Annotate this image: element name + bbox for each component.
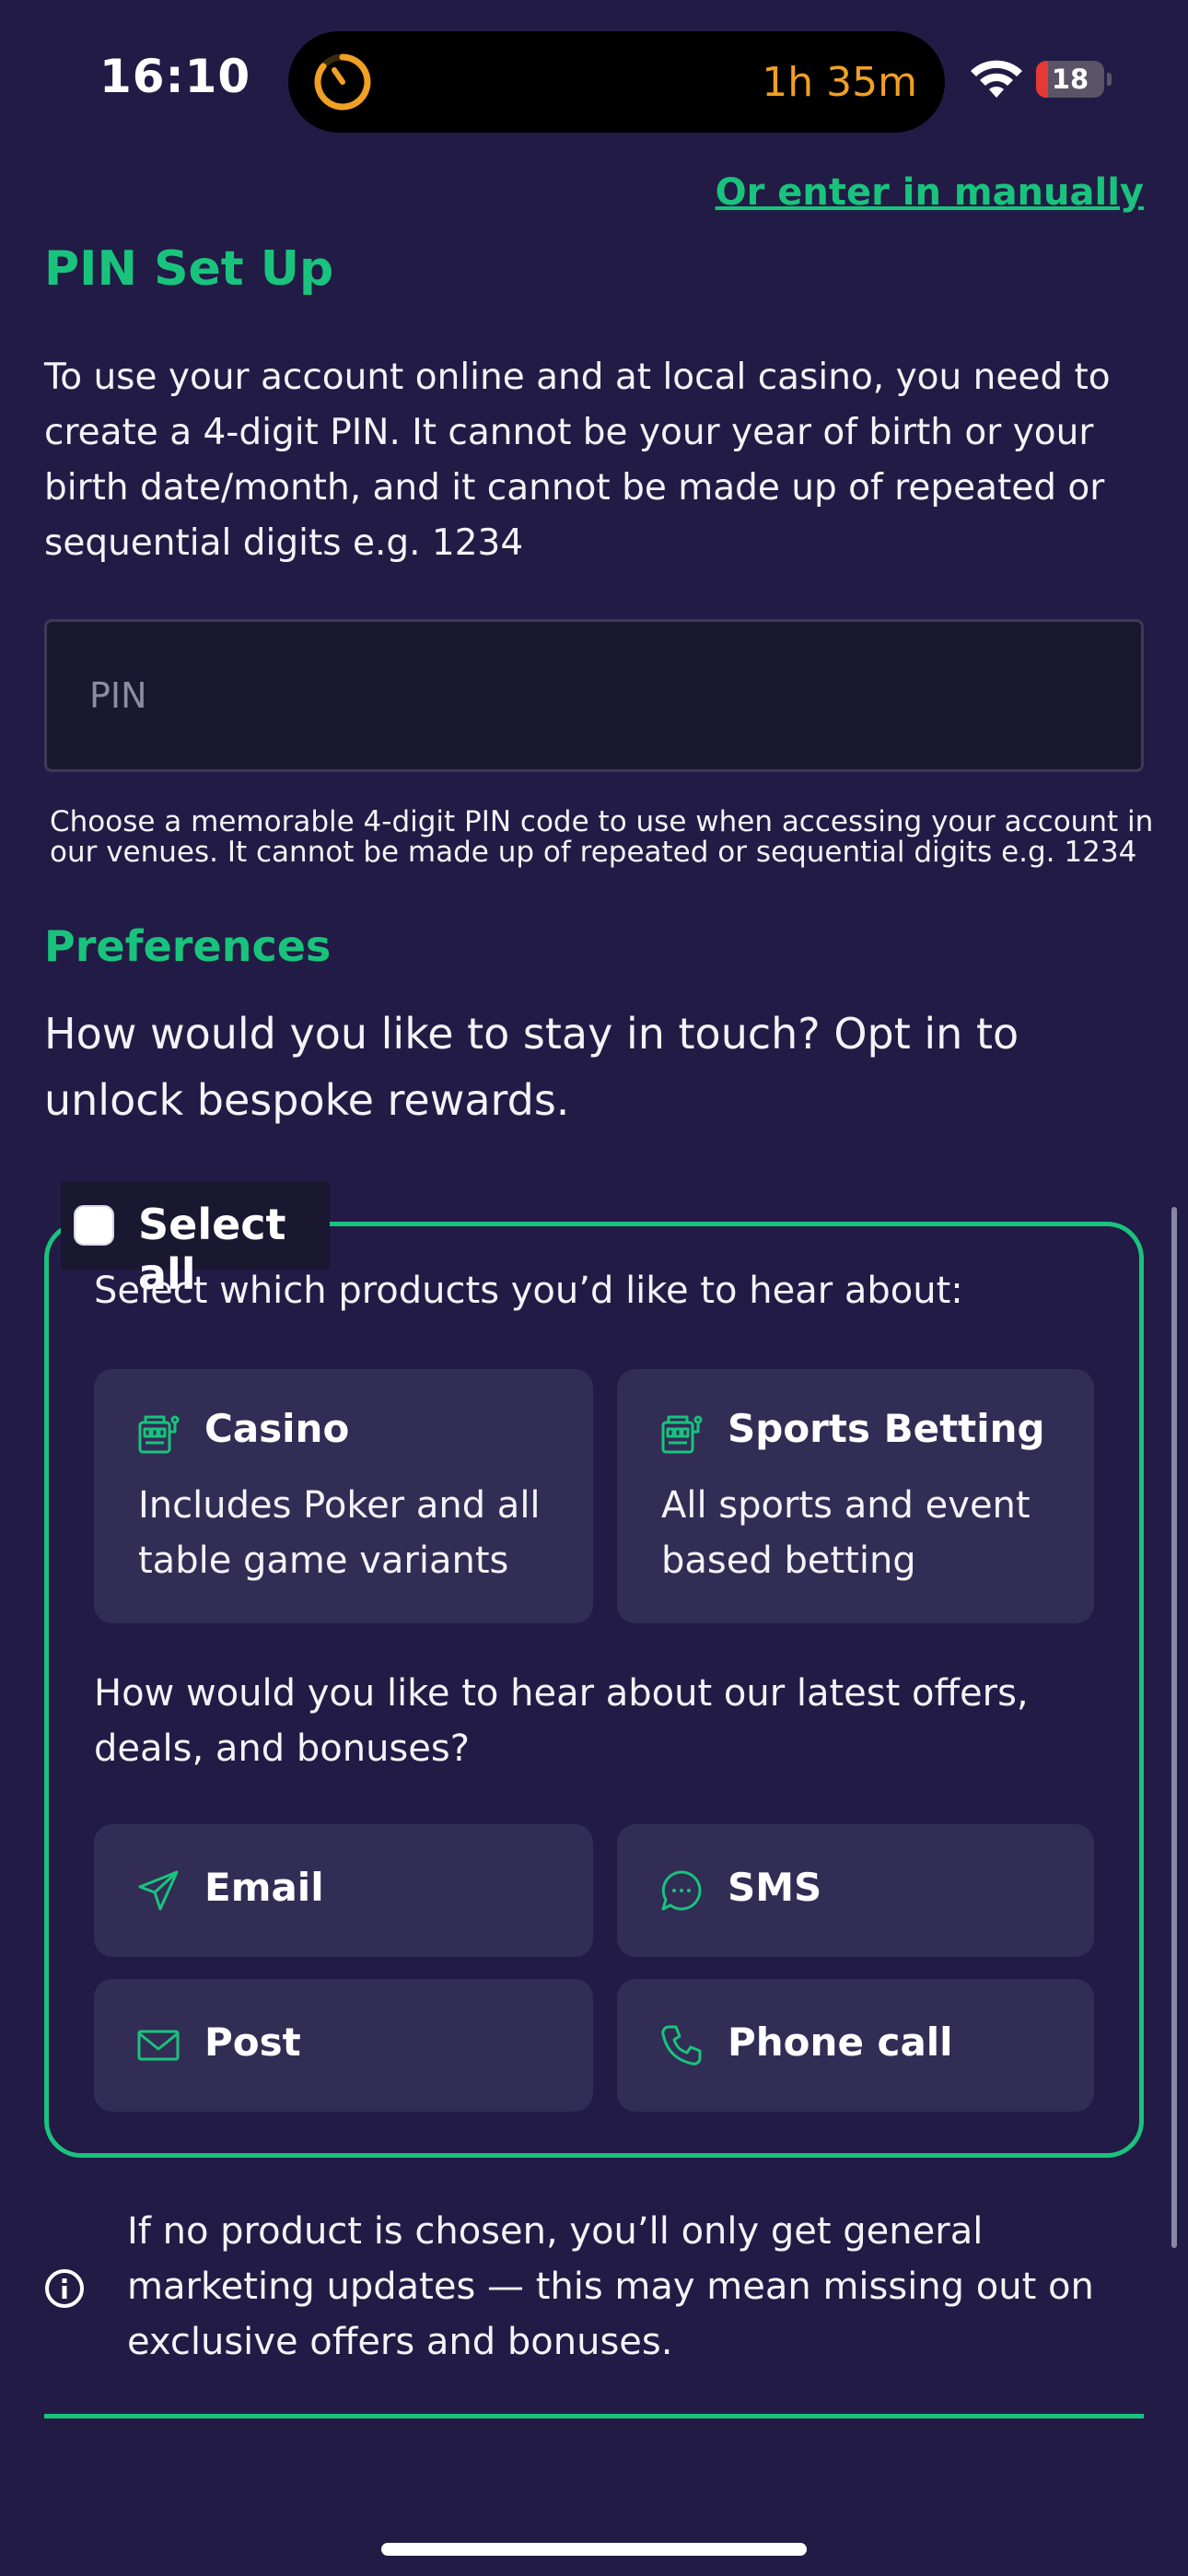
product-title: Sports Betting — [728, 1406, 1045, 1451]
pin-hint: Choose a memorable 4-digit PIN code to u… — [50, 805, 1154, 869]
channel-label: Email — [204, 1865, 324, 1910]
channel-label: SMS — [728, 1865, 822, 1910]
scrollbar[interactable] — [1171, 1207, 1177, 2248]
pin-setup-heading: PIN Set Up — [44, 241, 334, 297]
preferences-description: How would you like to stay in touch? Opt… — [44, 1009, 1019, 1125]
channel-sms[interactable]: SMS — [617, 1824, 1094, 1957]
products-question: Select which products you’d like to hear… — [94, 1270, 963, 1312]
send-icon — [138, 1870, 179, 1911]
channel-phone-call[interactable]: Phone call — [617, 1979, 1094, 2112]
pin-description: To use your account online and at local … — [44, 357, 1111, 564]
channel-label: Phone call — [728, 2020, 953, 2065]
pin-input[interactable] — [44, 619, 1144, 772]
preferences-heading: Preferences — [44, 921, 332, 971]
envelope-icon — [137, 2030, 180, 2061]
product-description: All sports and event based betting — [661, 1484, 1031, 1582]
offers-question: How would you like to hear about our lat… — [94, 1672, 1029, 1770]
dynamic-island[interactable]: 1h 35m — [288, 31, 945, 133]
select-all-toggle[interactable]: Select all — [61, 1181, 330, 1299]
home-indicator[interactable] — [381, 2543, 807, 2556]
timer-ring-icon — [314, 53, 371, 111]
phone-icon — [661, 2025, 702, 2066]
status-bar: 16:10 1h 35m 18 — [0, 0, 1188, 147]
product-card-casino[interactable]: Casino Includes Poker and all table game… — [94, 1369, 593, 1623]
channel-email[interactable]: Email — [94, 1824, 593, 1957]
slot-machine-icon — [661, 1415, 703, 1454]
enter-manually-link[interactable]: Or enter in manually — [716, 171, 1144, 214]
battery-level: 18 — [1051, 64, 1089, 95]
select-all-checkbox[interactable] — [74, 1205, 114, 1246]
info-icon — [45, 2269, 84, 2308]
wifi-icon — [971, 60, 1022, 98]
status-time: 16:10 — [99, 50, 251, 103]
slot-machine-icon — [138, 1415, 180, 1454]
product-description: Includes Poker and all table game varian… — [138, 1484, 541, 1582]
timer-text: 1h 35m — [762, 59, 917, 106]
marketing-info-note: If no product is chosen, you’ll only get… — [127, 2210, 1094, 2363]
section-divider — [44, 2414, 1144, 2418]
chat-bubble-icon — [661, 1870, 702, 1911]
channel-label: Post — [204, 2020, 301, 2065]
channel-post[interactable]: Post — [94, 1979, 593, 2112]
product-title: Casino — [204, 1406, 350, 1451]
battery-icon: 18 — [1036, 61, 1112, 98]
product-card-sports-betting[interactable]: Sports Betting All sports and event base… — [617, 1369, 1094, 1623]
